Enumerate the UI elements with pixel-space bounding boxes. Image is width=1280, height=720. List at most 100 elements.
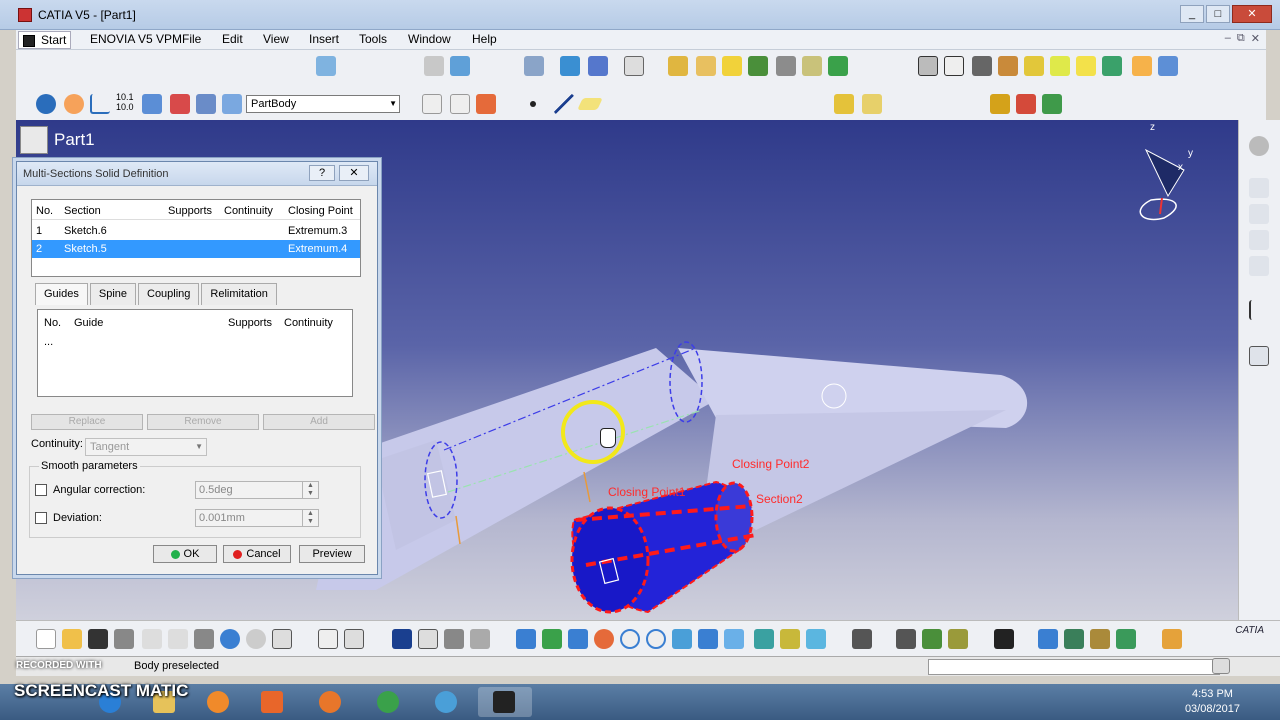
chamfer-icon[interactable] (972, 56, 992, 76)
dialog-help-button[interactable]: ? (309, 165, 335, 181)
rule-icon[interactable] (344, 629, 364, 649)
law-icon[interactable] (1249, 256, 1269, 276)
spinner-arrows-icon[interactable]: ▲ ▼ (302, 510, 318, 526)
menu-view[interactable]: View (263, 32, 289, 46)
tab-coupling[interactable]: Coupling (138, 283, 200, 305)
angular-correction-checkbox[interactable] (35, 484, 47, 496)
tab-relimitation[interactable]: Relimitation (201, 283, 277, 305)
redo-icon[interactable] (246, 629, 266, 649)
rectangular-pattern-icon[interactable] (828, 56, 848, 76)
add-button[interactable]: Add (263, 414, 375, 430)
spinner-arrows-icon[interactable]: ▲ ▼ (302, 482, 318, 498)
menu-enovia[interactable]: ENOVIA V5 VPM (90, 32, 182, 46)
pan-icon[interactable] (568, 629, 588, 649)
point-icon[interactable] (530, 101, 536, 107)
knowledge-icon[interactable] (1249, 204, 1269, 224)
zoom-in-icon[interactable] (620, 629, 640, 649)
plane-icon[interactable] (577, 98, 603, 110)
shaft-icon[interactable] (722, 56, 742, 76)
replace-face-icon[interactable] (1132, 56, 1152, 76)
new-file-icon[interactable] (36, 629, 56, 649)
reference-elements-icon[interactable] (424, 56, 444, 76)
grid-icon[interactable] (588, 56, 608, 76)
draft-icon[interactable] (998, 56, 1018, 76)
update-icon[interactable] (36, 94, 56, 114)
fillet-icon[interactable] (944, 56, 964, 76)
line-icon[interactable] (554, 94, 574, 114)
taskbar-chrome[interactable] (362, 687, 416, 717)
multi-section-icon[interactable] (776, 56, 796, 76)
pad-icon[interactable] (668, 56, 688, 76)
undo-icon[interactable] (220, 629, 240, 649)
rib-icon[interactable] (748, 56, 768, 76)
boolean-icon[interactable] (196, 94, 216, 114)
lighting-icon[interactable] (1090, 629, 1110, 649)
settings-gear-icon[interactable] (1249, 136, 1269, 156)
intersect-icon[interactable] (1042, 94, 1062, 114)
sections-table[interactable]: No. Section Supports Continuity Closing … (31, 199, 361, 277)
cut-icon[interactable] (142, 629, 162, 649)
menu-window[interactable]: Window (408, 32, 451, 46)
menu-tools[interactable]: Tools (359, 32, 387, 46)
scene-icon[interactable] (1064, 629, 1084, 649)
translation-icon[interactable] (1158, 56, 1178, 76)
command-input[interactable] (928, 659, 1220, 675)
thick-surface-icon[interactable] (862, 94, 882, 114)
dimension-stamp[interactable]: 10.1 10.0 (116, 92, 134, 112)
capture-icon[interactable] (994, 629, 1014, 649)
thread-icon[interactable] (1076, 56, 1096, 76)
zoom-out-icon[interactable] (646, 629, 666, 649)
paste-icon[interactable] (194, 629, 214, 649)
save-icon[interactable] (88, 629, 108, 649)
close-window-button[interactable]: ✕ (1232, 5, 1272, 23)
remove-body-icon[interactable] (1016, 94, 1036, 114)
sketch-analysis-icon[interactable] (1249, 346, 1269, 366)
taskbar-catia[interactable] (478, 687, 532, 717)
minimize-button[interactable]: _ (1180, 5, 1204, 23)
system-clock[interactable]: 4:53 PM 03/08/2017 (1185, 687, 1240, 717)
body-select[interactable]: PartBody ▼ (246, 95, 400, 113)
iso-view-icon[interactable] (724, 629, 744, 649)
apply-material-bottom-icon[interactable] (948, 629, 968, 649)
deviation-field[interactable]: 0.001mm ▲ ▼ (195, 509, 319, 527)
measure-icon[interactable] (524, 56, 544, 76)
remove-face-icon[interactable] (1102, 56, 1122, 76)
body-icon[interactable] (142, 94, 162, 114)
dialog-close-button[interactable]: ✕ (339, 165, 369, 181)
swap-visible-icon[interactable] (806, 629, 826, 649)
analysis-icon[interactable] (560, 56, 580, 76)
replace-button[interactable]: Replace (31, 414, 143, 430)
tab-guides[interactable]: Guides (35, 283, 88, 305)
taskbar-vlc[interactable] (192, 687, 246, 717)
remove-button[interactable]: Remove (147, 414, 259, 430)
shell-icon[interactable] (1024, 56, 1044, 76)
catalog-icon[interactable] (1249, 178, 1269, 198)
whats-this-icon[interactable] (272, 629, 292, 649)
fly-mode-icon[interactable] (516, 629, 536, 649)
flag-note-icon[interactable] (450, 94, 470, 114)
menu-start[interactable]: Start (18, 31, 72, 49)
hide-show-icon[interactable] (780, 629, 800, 649)
angular-correction-field[interactable]: 0.5deg ▲ ▼ (195, 481, 319, 499)
doc-restore-button[interactable]: ⧉ (1237, 32, 1245, 45)
measure-between-icon[interactable] (852, 629, 872, 649)
add-icon[interactable] (990, 94, 1010, 114)
table-icon[interactable] (392, 629, 412, 649)
taskbar-media[interactable] (246, 687, 300, 717)
sketch-icon[interactable] (316, 56, 336, 76)
catalog-browser-icon[interactable] (418, 629, 438, 649)
continuity-select[interactable]: Tangent ▼ (85, 438, 207, 456)
measure-item-icon[interactable] (896, 629, 916, 649)
material-library-icon[interactable] (1038, 629, 1058, 649)
menu-help[interactable]: Help (472, 32, 497, 46)
shading-icon[interactable] (754, 629, 774, 649)
sketcher-icon[interactable] (450, 56, 470, 76)
taskbar-screencast[interactable] (420, 687, 474, 717)
ok-button[interactable]: OK (153, 545, 217, 563)
normal-view-icon[interactable] (672, 629, 692, 649)
hole-icon[interactable] (802, 56, 822, 76)
axis-system-icon[interactable] (90, 94, 110, 114)
sketch-tracker-icon[interactable] (1162, 629, 1182, 649)
render-icon[interactable] (1116, 629, 1136, 649)
macro-icon[interactable] (470, 629, 490, 649)
